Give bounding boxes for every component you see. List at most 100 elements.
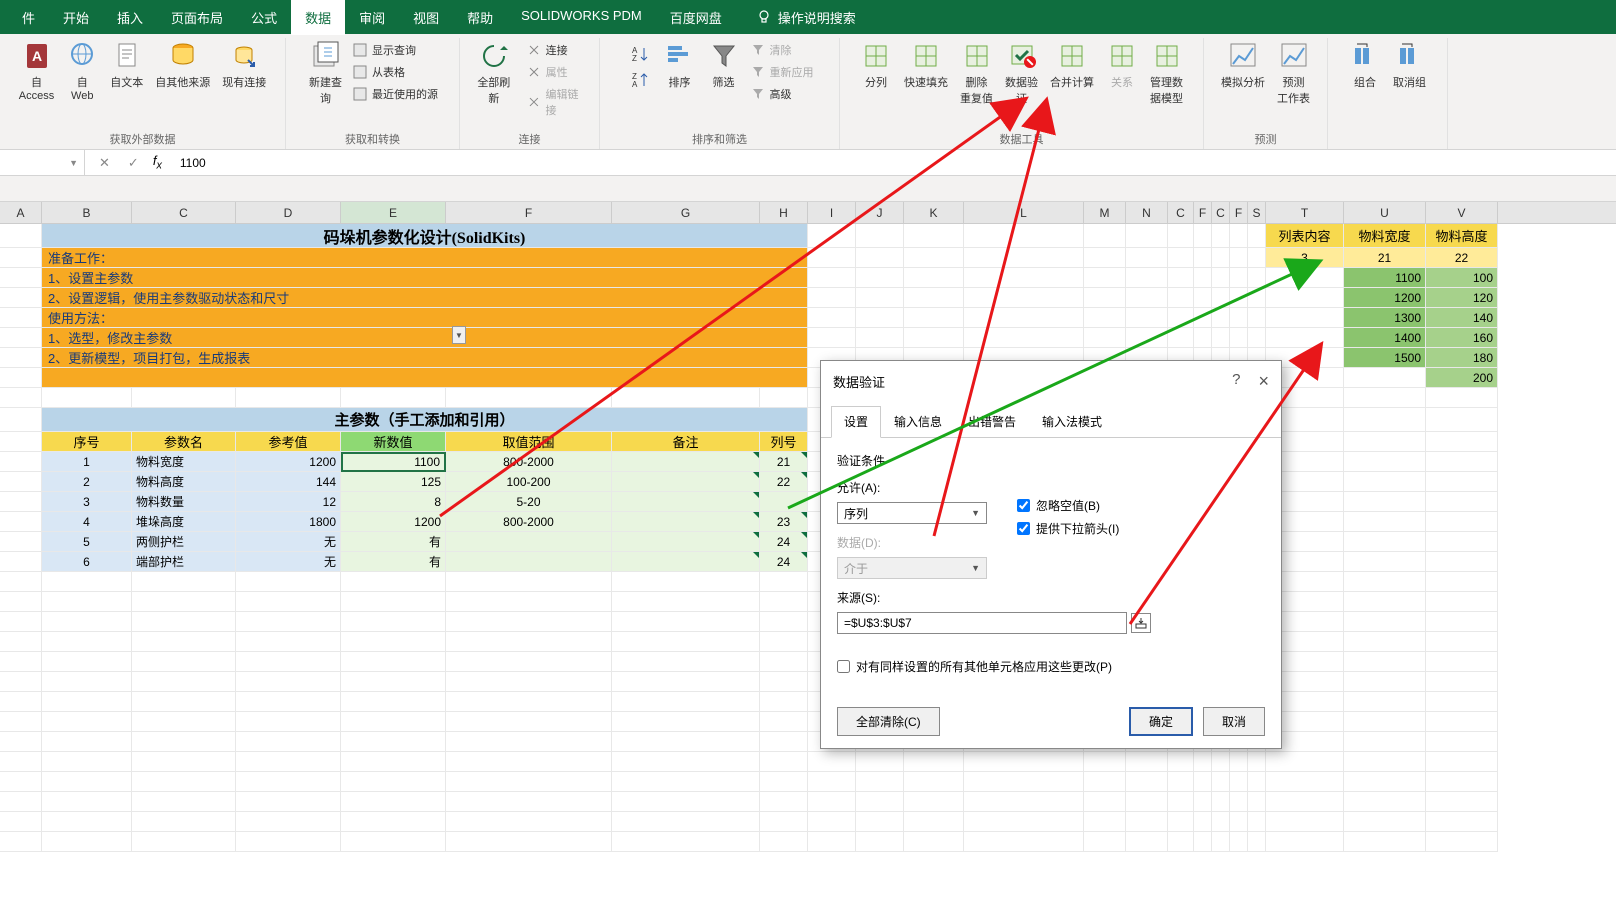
column-header[interactable]: F	[446, 202, 612, 223]
column-header[interactable]: C	[1168, 202, 1194, 223]
cell[interactable]	[964, 832, 1084, 852]
cell[interactable]	[1426, 712, 1498, 732]
cell[interactable]	[1084, 248, 1126, 268]
cell[interactable]: 160	[1426, 328, 1498, 348]
ribbon-btn-small[interactable]: 连接	[522, 40, 593, 60]
cell[interactable]	[1230, 288, 1248, 308]
column-header[interactable]: L	[964, 202, 1084, 223]
cell[interactable]	[446, 592, 612, 612]
cell[interactable]	[1426, 552, 1498, 572]
cell[interactable]	[1248, 268, 1266, 288]
cell[interactable]: 200	[1426, 368, 1498, 388]
cell[interactable]	[236, 712, 341, 732]
cell[interactable]	[1426, 752, 1498, 772]
cell[interactable]	[341, 612, 446, 632]
cell[interactable]	[1194, 772, 1212, 792]
cell[interactable]: 22	[1426, 248, 1498, 268]
cell[interactable]: 参数名	[132, 432, 236, 452]
cell[interactable]	[612, 512, 760, 532]
cell[interactable]	[760, 652, 808, 672]
cell[interactable]: 端部护栏	[132, 552, 236, 572]
cell[interactable]	[1426, 772, 1498, 792]
cell[interactable]	[446, 752, 612, 772]
cell[interactable]	[1126, 772, 1168, 792]
cell[interactable]	[1084, 772, 1126, 792]
cell[interactable]	[1426, 832, 1498, 852]
column-header[interactable]: M	[1084, 202, 1126, 223]
cell[interactable]	[612, 552, 760, 572]
cell[interactable]	[612, 832, 760, 852]
cell[interactable]	[760, 712, 808, 732]
cell[interactable]	[132, 772, 236, 792]
cell[interactable]	[808, 812, 856, 832]
cell[interactable]: 5-20	[446, 492, 612, 512]
column-header[interactable]: V	[1426, 202, 1498, 223]
cell[interactable]	[0, 772, 42, 792]
cell[interactable]: 有	[341, 552, 446, 572]
cell[interactable]	[1426, 492, 1498, 512]
cell[interactable]: 1100	[1344, 268, 1426, 288]
cell[interactable]	[446, 832, 612, 852]
cell[interactable]	[1248, 832, 1266, 852]
ribbon-btn-small[interactable]: 最近使用的源	[348, 84, 442, 104]
cell[interactable]	[341, 592, 446, 612]
cell[interactable]	[1344, 532, 1426, 552]
cell[interactable]	[1126, 268, 1168, 288]
cell-dropdown-button[interactable]: ▼	[452, 326, 466, 344]
cell[interactable]	[856, 328, 904, 348]
cell[interactable]	[1248, 328, 1266, 348]
cell[interactable]	[904, 772, 964, 792]
cell[interactable]	[446, 812, 612, 832]
cell[interactable]	[612, 612, 760, 632]
cell[interactable]	[760, 612, 808, 632]
cell[interactable]	[1168, 772, 1194, 792]
cell[interactable]	[856, 792, 904, 812]
cell[interactable]	[1344, 552, 1426, 572]
cell[interactable]	[1230, 832, 1248, 852]
cell[interactable]	[964, 268, 1084, 288]
cell[interactable]	[1230, 792, 1248, 812]
dialog-tab[interactable]: 输入法模式	[1029, 406, 1115, 437]
cell[interactable]	[904, 268, 964, 288]
cell[interactable]	[0, 832, 42, 852]
column-header[interactable]: A	[0, 202, 42, 223]
cell[interactable]: 21	[760, 452, 808, 472]
cell[interactable]	[1194, 812, 1212, 832]
cell[interactable]	[1344, 812, 1426, 832]
cell[interactable]	[446, 552, 612, 572]
cell[interactable]	[1212, 812, 1230, 832]
ribbon-btn-small[interactable]: 高级	[746, 84, 818, 104]
menu-tab-2[interactable]: 插入	[103, 0, 157, 35]
cell[interactable]	[1084, 288, 1126, 308]
cell[interactable]: 物料宽度	[132, 452, 236, 472]
cell[interactable]	[132, 632, 236, 652]
cell[interactable]	[1426, 472, 1498, 492]
cell[interactable]	[1426, 612, 1498, 632]
cell[interactable]: 3	[42, 492, 132, 512]
cell[interactable]	[1168, 268, 1194, 288]
column-header[interactable]: D	[236, 202, 341, 223]
cell[interactable]	[1194, 328, 1212, 348]
cell[interactable]	[1344, 432, 1426, 452]
ribbon-btn[interactable]: 自其他来源	[149, 38, 216, 92]
cell[interactable]	[1126, 752, 1168, 772]
dialog-tab[interactable]: 输入信息	[881, 406, 955, 437]
cell[interactable]	[856, 224, 904, 248]
column-header[interactable]: N	[1126, 202, 1168, 223]
cell[interactable]	[612, 532, 760, 552]
cell[interactable]	[1084, 812, 1126, 832]
ribbon-btn[interactable]: 自文本	[104, 38, 149, 92]
cell[interactable]	[1230, 268, 1248, 288]
ribbon-btn[interactable]: 删除 重复值	[954, 38, 999, 108]
menu-tab-6[interactable]: 审阅	[345, 0, 399, 35]
cell[interactable]	[42, 368, 808, 388]
cell[interactable]	[808, 328, 856, 348]
cancel-formula-icon[interactable]: ✕	[95, 155, 114, 171]
cell[interactable]	[0, 632, 42, 652]
cell[interactable]	[1230, 752, 1248, 772]
cell[interactable]	[964, 328, 1084, 348]
spreadsheet[interactable]: ABCDEFGHIJKLMNCFCFSTUV 码垛机参数化设计(SolidKit…	[0, 202, 1616, 910]
cell[interactable]	[446, 572, 612, 592]
cell[interactable]	[0, 672, 42, 692]
menu-tab-4[interactable]: 公式	[237, 0, 291, 35]
